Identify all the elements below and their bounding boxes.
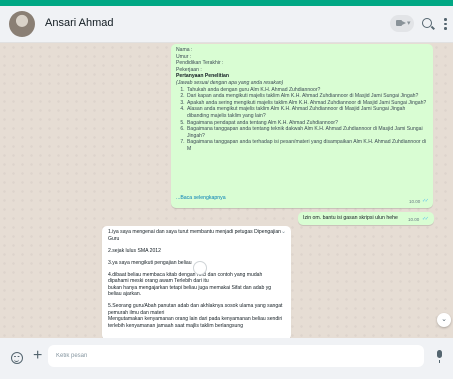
message-time: 10.00: [408, 217, 420, 222]
reaction-button[interactable]: [193, 261, 207, 275]
read-more-link[interactable]: ...Baca selengkapnya: [176, 195, 226, 201]
scroll-down-button[interactable]: ⌄: [437, 313, 451, 327]
questionnaire-message[interactable]: Nama : Umur : Pendidikan Terakhir : Pekerja…: [171, 44, 433, 208]
question-item: Dari kapan anda mengikuti majelis taklim…: [186, 93, 428, 100]
reply-message[interactable]: 1.iya saya mengenai dan saya turut memba…: [102, 226, 291, 338]
chat-header: Ansari Ahmad ▾: [0, 6, 453, 43]
chevron-down-icon: ▾: [407, 20, 411, 27]
request-message[interactable]: Izin om. bantu isi gasan skripsi ulun he…: [298, 212, 434, 225]
emoji-icon[interactable]: [11, 352, 23, 364]
question-item: Bagaimana pendapat anda tentang Alm K.H.…: [186, 120, 428, 127]
message-menu-chevron-icon[interactable]: ⌄: [281, 228, 286, 235]
reply-text: 1.iya saya mengenai dan saya turut memba…: [108, 229, 283, 335]
reply-paragraph: 1.iya saya mengenai dan saya turut memba…: [108, 229, 282, 242]
question-item: Bagaimana tanggapan anda tentang teknik …: [186, 126, 428, 139]
question-list: Tahukah anda dengan guru Alm K.H. Ahmad …: [176, 87, 428, 153]
menu-icon[interactable]: [444, 18, 447, 32]
read-receipt-icon: ✓✓: [422, 216, 429, 222]
questionnaire-text: Nama : Umur : Pendidikan Terakhir : Pekerja…: [176, 47, 428, 153]
video-call-icon: [396, 20, 406, 26]
request-text: Izin om. bantu isi gasan skripsi ulun he…: [303, 215, 398, 221]
chevron-down-icon: ⌄: [441, 316, 447, 323]
read-receipt-icon: ✓✓: [422, 198, 429, 204]
message-input[interactable]: [48, 345, 424, 367]
question-item: Bagaimana tanggapan anda terhadap isi pe…: [186, 139, 428, 152]
chat-area[interactable]: Nama : Umur : Pendidikan Terakhir : Pekerja…: [0, 43, 453, 338]
questionnaire-instruction: (Jawab sesuai dengan apa yang anda resak…: [176, 79, 284, 86]
questionnaire-field: Nama :: [176, 47, 193, 53]
plus-icon[interactable]: +: [33, 348, 42, 364]
question-item: Tahukah anda dengan guru Alm K.H. Ahmad …: [186, 87, 428, 94]
reply-paragraph: 2.sejak lulus SMA 2012: [108, 247, 161, 254]
reply-paragraph: 4.dibaat beliau membaca kitab dengan rin…: [108, 271, 272, 298]
reply-paragraph: 5.Seorang guru/Abah panutan adab dan akh…: [108, 303, 283, 329]
video-call-button[interactable]: ▾: [390, 15, 414, 32]
question-item: Apakah anda sering mengikuti majelis tak…: [186, 100, 428, 107]
questionnaire-heading: Pertanyaan Penelitian: [176, 73, 229, 80]
avatar[interactable]: [9, 11, 35, 37]
message-time: 10.00: [409, 199, 421, 204]
search-icon[interactable]: [422, 18, 432, 28]
contact-name[interactable]: Ansari Ahmad: [45, 17, 113, 29]
questionnaire-field: Pendidikan Terakhir :: [176, 60, 224, 67]
question-item: Alasan anda mengikut majelis taklim Alm …: [186, 106, 428, 119]
questionnaire-field: Pekerjaan :: [176, 66, 202, 73]
questionnaire-field: Umur :: [176, 53, 192, 60]
mic-icon[interactable]: [437, 350, 442, 363]
composer-bar: +: [0, 338, 453, 379]
